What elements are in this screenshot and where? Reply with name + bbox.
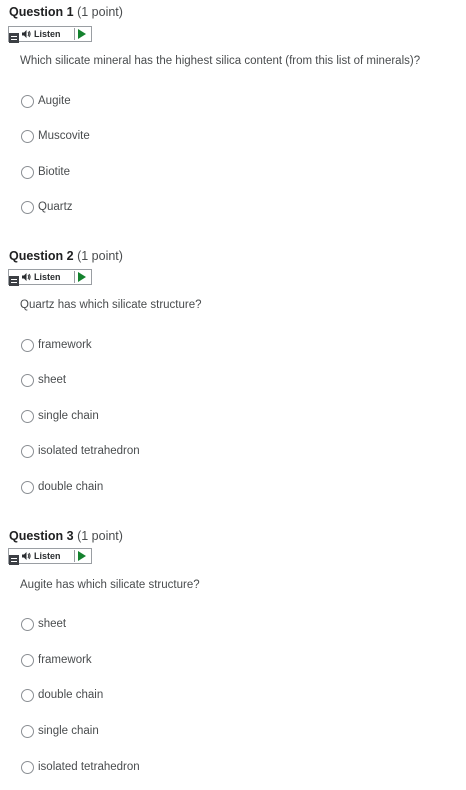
option[interactable]: Biotite — [21, 164, 70, 180]
option[interactable]: sheet — [21, 616, 66, 632]
option-label: Muscovite — [38, 130, 90, 142]
radio-button[interactable] — [21, 688, 34, 702]
question-title: Question 2 (1 point) — [9, 249, 123, 263]
question-label: Question 3 — [9, 529, 74, 543]
option-label: sheet — [38, 618, 67, 630]
radio-button[interactable] — [21, 617, 34, 631]
menu-icon[interactable] — [9, 555, 19, 565]
question-text: Which silicate mineral has the highest s… — [20, 55, 421, 67]
read-speaker-widget: Listen — [8, 548, 92, 565]
option[interactable]: double chain — [21, 479, 103, 495]
option-label: isolated tetrahedron — [38, 761, 140, 773]
option[interactable]: single chain — [21, 723, 99, 739]
listen-button[interactable]: Listen — [21, 270, 65, 284]
radio-button[interactable] — [21, 165, 34, 179]
option-label: framework — [38, 339, 92, 351]
radio-button[interactable] — [21, 200, 34, 214]
question-points: (1 point) — [77, 529, 123, 543]
option[interactable]: Augite — [21, 93, 71, 109]
listen-button[interactable]: Listen — [21, 27, 65, 41]
question-label: Question 1 — [9, 5, 74, 19]
radio-button[interactable] — [21, 94, 34, 108]
play-icon[interactable] — [78, 29, 86, 39]
play-icon[interactable] — [78, 272, 86, 282]
radio-button[interactable] — [21, 760, 34, 774]
menu-icon[interactable] — [9, 33, 19, 43]
option[interactable]: Quartz — [21, 199, 73, 215]
option-label: sheet — [38, 374, 67, 386]
question-points: (1 point) — [77, 249, 123, 263]
listen-label: Listen — [34, 551, 61, 561]
radio-button[interactable] — [21, 480, 34, 494]
option[interactable]: isolated tetrahedron — [21, 443, 140, 459]
radio-button[interactable] — [21, 724, 34, 738]
divider — [74, 28, 75, 40]
radio-button[interactable] — [21, 338, 34, 352]
option-label: single chain — [38, 410, 99, 422]
read-speaker-widget: Listen — [8, 26, 92, 43]
option[interactable]: framework — [21, 652, 92, 668]
divider — [74, 271, 75, 283]
option-label: Biotite — [38, 166, 70, 178]
option-label: framework — [38, 654, 92, 666]
question-title: Question 1 (1 point) — [9, 5, 123, 19]
listen-button[interactable]: Listen — [21, 549, 65, 563]
option-label: isolated tetrahedron — [38, 445, 140, 457]
radio-button[interactable] — [21, 653, 34, 667]
listen-label: Listen — [34, 29, 61, 39]
option-label: single chain — [38, 725, 99, 737]
option[interactable]: framework — [21, 337, 92, 353]
option[interactable]: double chain — [21, 687, 103, 703]
radio-button[interactable] — [21, 444, 34, 458]
option-label: double chain — [38, 689, 104, 701]
listen-label: Listen — [34, 272, 61, 282]
divider — [74, 550, 75, 562]
question-label: Question 2 — [9, 249, 74, 263]
radio-button[interactable] — [21, 129, 34, 143]
option[interactable]: isolated tetrahedron — [21, 759, 140, 775]
radio-button[interactable] — [21, 409, 34, 423]
option-label: Quartz — [38, 201, 73, 213]
question-text: Augite has which silicate structure? — [20, 579, 200, 591]
question-points: (1 point) — [77, 5, 123, 19]
speaker-icon — [22, 273, 31, 281]
question-title: Question 3 (1 point) — [9, 529, 123, 543]
speaker-icon — [22, 30, 31, 38]
option[interactable]: single chain — [21, 408, 99, 424]
option-label: double chain — [38, 481, 104, 493]
option[interactable]: sheet — [21, 372, 66, 388]
question-text: Quartz has which silicate structure? — [20, 299, 202, 311]
menu-icon[interactable] — [9, 276, 19, 286]
read-speaker-widget: Listen — [8, 269, 92, 286]
option-label: Augite — [38, 95, 71, 107]
play-icon[interactable] — [78, 551, 86, 561]
option[interactable]: Muscovite — [21, 128, 90, 144]
speaker-icon — [22, 552, 31, 560]
radio-button[interactable] — [21, 373, 34, 387]
